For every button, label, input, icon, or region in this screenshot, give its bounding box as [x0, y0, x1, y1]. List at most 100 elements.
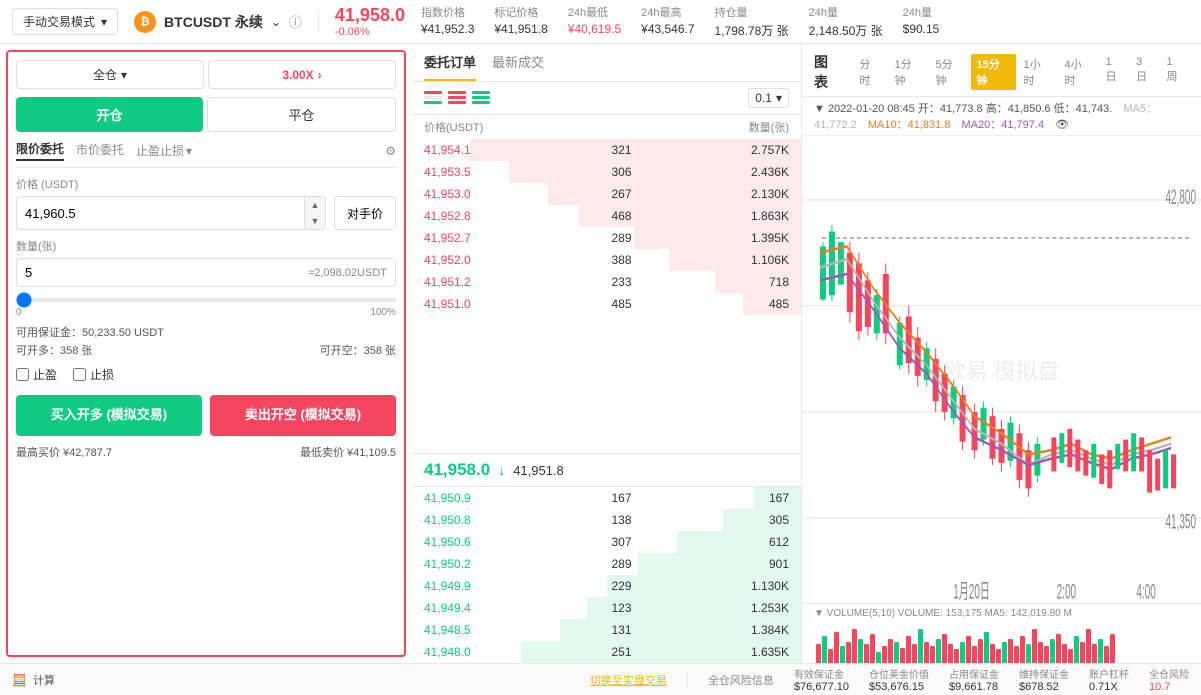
- stat-oi: 持仓量 1,798.78万 张: [715, 4, 789, 39]
- volume-bar: [840, 646, 845, 663]
- settings-icon[interactable]: ⚙: [385, 144, 396, 158]
- price-refs: 最高买价 ¥42,787.7 最低卖价 ¥41,109.5: [16, 444, 396, 460]
- time-btn-1分钟[interactable]: 1分钟: [888, 54, 927, 90]
- sl-checkbox[interactable]: [73, 368, 86, 381]
- ask-total: 718: [719, 273, 789, 291]
- volume-bar: [1032, 629, 1037, 663]
- bid-row[interactable]: 41,949.4 123 1.253K: [412, 597, 801, 619]
- volume-bar: [936, 639, 941, 663]
- stat-mark-val: ¥41,951.8: [494, 22, 547, 36]
- book-header: 价格(USDT) 数量(张): [412, 115, 801, 139]
- ask-row[interactable]: 41,951.2 233 718: [412, 271, 801, 293]
- time-btn-5分钟[interactable]: 5分钟: [930, 54, 969, 90]
- chevron-down-icon2[interactable]: ⌄: [271, 15, 281, 29]
- qty-input[interactable]: [17, 259, 300, 286]
- symbol-area: ₿ BTCUSDT 永续 ⌄ ⓘ: [134, 11, 319, 33]
- chevron-down-icon3: ▾: [121, 68, 127, 82]
- counter-price-button[interactable]: 对手价: [334, 196, 396, 230]
- time-btn-3日[interactable]: 3日: [1130, 54, 1158, 90]
- ask-total: 2.130K: [719, 185, 789, 203]
- time-buttons: 分时1分钟5分钟15分钟1小时4小时1日3日1周: [853, 54, 1189, 90]
- ask-row[interactable]: 41,951.0 485 485: [412, 293, 801, 315]
- qty-approx: ≈2,098.02USDT: [300, 267, 395, 279]
- tp-checkbox-label[interactable]: 止盈: [16, 366, 57, 383]
- chart-canvas: 42,800 41,350: [802, 136, 1201, 603]
- switch-live-link[interactable]: 切换至实盘交易: [590, 672, 667, 688]
- leverage-button[interactable]: 3.00X ›: [208, 60, 396, 89]
- bid-row[interactable]: 41,949.9 229 1.130K: [412, 575, 801, 597]
- ask-row[interactable]: 41,953.5 306 2.436K: [412, 161, 801, 183]
- price-input[interactable]: [17, 200, 304, 227]
- bid-total: 1.384K: [719, 621, 789, 639]
- maint-margin-label: 维持保证金: [1019, 666, 1069, 681]
- book-view-bids-icon[interactable]: [472, 91, 490, 105]
- volume-bar: [1020, 636, 1025, 663]
- account-lever-item: 账户杠杆 0.71X: [1089, 666, 1129, 693]
- sell-open-button[interactable]: 卖出开空 (模拟交易): [210, 395, 396, 436]
- volume-bar: [1056, 634, 1061, 663]
- bid-row[interactable]: 41,948.5 131 1.384K: [412, 619, 801, 641]
- ask-price: 41,953.0: [424, 185, 494, 203]
- mode-selector[interactable]: 手动交易模式 ▾: [12, 8, 118, 35]
- time-btn-1周[interactable]: 1周: [1161, 54, 1189, 90]
- tp-sl-row: 止盈 止损: [16, 366, 396, 383]
- stat-vol: 24h量 2,148.50万 张: [809, 4, 883, 39]
- price-decrement-button[interactable]: ▼: [305, 213, 325, 229]
- buy-open-button[interactable]: 买入开多 (模拟交易): [16, 395, 202, 436]
- ask-row[interactable]: 41,953.0 267 2.130K: [412, 183, 801, 205]
- calculator-icon[interactable]: 🧮: [12, 673, 27, 687]
- time-btn-4小时[interactable]: 4小时: [1059, 54, 1098, 90]
- open-tab[interactable]: 开仓: [16, 97, 203, 132]
- time-btn-分时[interactable]: 分时: [853, 54, 886, 90]
- middle-panel: 委托订单 最新成交: [412, 44, 802, 663]
- ask-price: 41,951.0: [424, 295, 494, 313]
- ask-qty: 321: [582, 141, 632, 159]
- ask-row[interactable]: 41,952.8 468 1.863K: [412, 205, 801, 227]
- margin-type-selector[interactable]: 全仓 ▾: [16, 60, 204, 89]
- qty-slider[interactable]: [16, 298, 396, 302]
- time-btn-1小时[interactable]: 1小时: [1018, 54, 1057, 90]
- market-order-tab[interactable]: 市价委托: [76, 141, 124, 160]
- bid-row[interactable]: 41,948.0 251 1.635K: [412, 641, 801, 663]
- bid-total: 901: [719, 555, 789, 573]
- volume-bar: [948, 644, 953, 663]
- recent-trades-tab[interactable]: 最新成交: [492, 52, 544, 81]
- stat-vol-usdt-label: 24h量: [903, 4, 940, 20]
- time-btn-15分钟[interactable]: 15分钟: [971, 54, 1016, 90]
- volume-bar: [906, 636, 911, 663]
- ask-row[interactable]: 41,952.7 289 1.395K: [412, 227, 801, 249]
- stat-low-val: ¥40,619.5: [568, 22, 621, 36]
- volume-bar: [924, 642, 929, 663]
- ask-price: 41,952.8: [424, 207, 494, 225]
- top-bar: 手动交易模式 ▾ ₿ BTCUSDT 永续 ⌄ ⓘ 41,958.0 -0.06…: [0, 0, 1201, 44]
- tp-checkbox[interactable]: [16, 368, 29, 381]
- stat-high-val: ¥43,546.7: [641, 22, 694, 36]
- position-value-item: 仓位美金价值 $53,676.15: [869, 666, 929, 693]
- bid-qty: 251: [582, 643, 632, 661]
- ask-row[interactable]: 41,952.0 388 1.106K: [412, 249, 801, 271]
- total-risk-value: 10.7: [1149, 681, 1189, 693]
- price-increment-button[interactable]: ▲: [305, 197, 325, 213]
- sl-checkbox-label[interactable]: 止损: [73, 366, 114, 383]
- bid-row[interactable]: 41,950.6 307 612: [412, 531, 801, 553]
- book-view-asks-icon[interactable]: [448, 91, 466, 105]
- eye-icon[interactable]: 👁: [1055, 119, 1069, 131]
- bid-row[interactable]: 41,950.9 167 167: [412, 487, 801, 509]
- limit-order-tab[interactable]: 限价委托: [16, 140, 64, 161]
- ask-row[interactable]: 41,954.1 321 2.757K: [412, 139, 801, 161]
- stat-index-price: 指数价格 ¥41,952.3: [421, 4, 474, 39]
- close-tab[interactable]: 平仓: [207, 97, 396, 132]
- symbol-name: BTCUSDT 永续: [164, 12, 263, 32]
- sl-label: 止损: [90, 366, 114, 383]
- volume-bar: [1104, 646, 1109, 663]
- bid-row[interactable]: 41,950.8 138 305: [412, 509, 801, 531]
- delegate-order-tab[interactable]: 委托订单: [424, 52, 476, 81]
- position-value-label: 仓位美金价值: [869, 666, 929, 681]
- info-icon[interactable]: ⓘ: [289, 12, 302, 31]
- bid-row[interactable]: 41,950.2 289 901: [412, 553, 801, 575]
- precision-selector[interactable]: 0.1 ▾: [748, 88, 789, 108]
- ask-rows: 41,954.1 321 2.757K 41,953.5 306 2.436K …: [412, 139, 801, 453]
- book-view-all-icon[interactable]: [424, 91, 442, 105]
- stop-order-tab[interactable]: 止盈止损 ▾: [136, 142, 192, 159]
- time-btn-1日[interactable]: 1日: [1100, 54, 1128, 90]
